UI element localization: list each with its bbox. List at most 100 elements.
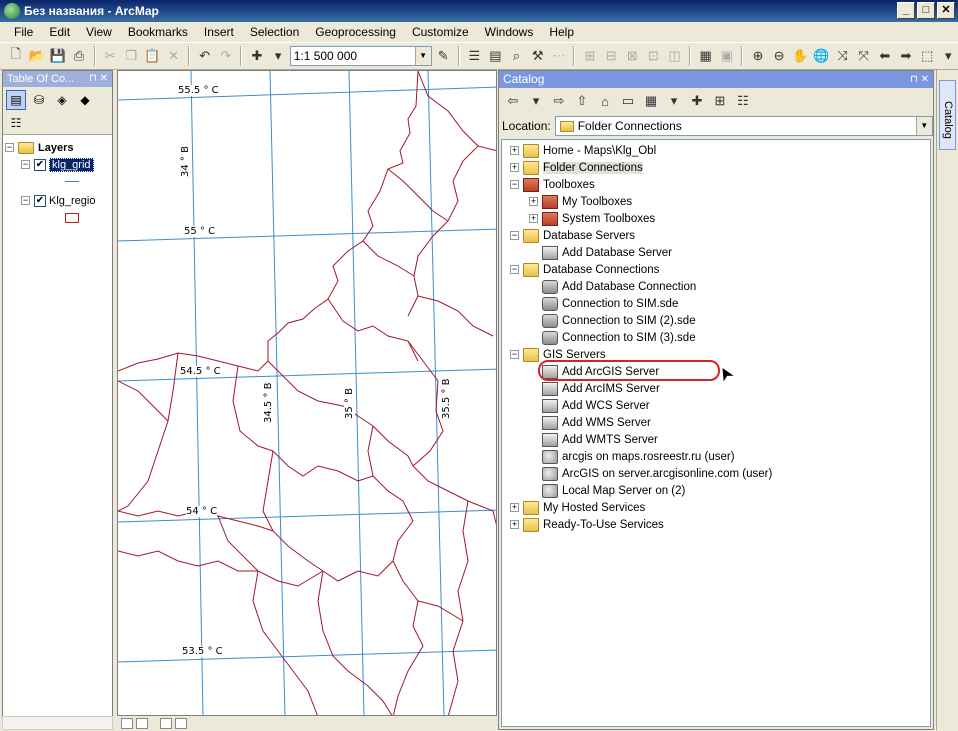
- menu-windows[interactable]: Windows: [477, 25, 542, 39]
- close-button[interactable]: ✕: [937, 2, 955, 19]
- collapse-icon[interactable]: −: [510, 180, 519, 189]
- table-of-contents-icon[interactable]: ☰: [465, 46, 484, 66]
- catalog-tree-item[interactable]: Local Map Server on (2): [502, 482, 930, 499]
- arcmap-app-icon[interactable]: [4, 3, 20, 19]
- collapse-icon[interactable]: −: [510, 231, 519, 240]
- cut-polygons-icon[interactable]: ◫: [665, 46, 684, 66]
- save-icon[interactable]: 💾: [48, 46, 67, 66]
- menu-geoprocessing[interactable]: Geoprocessing: [307, 25, 404, 39]
- redo-icon[interactable]: ↷: [216, 46, 235, 66]
- editor-tool-icon[interactable]: ⊞: [580, 46, 599, 66]
- list-by-visibility-icon[interactable]: ◈: [52, 90, 72, 110]
- view-options-icon[interactable]: ▦: [641, 91, 661, 111]
- minimize-button[interactable]: _: [897, 2, 915, 19]
- catalog-tree-item[interactable]: − Database Servers: [502, 227, 930, 244]
- catalog-title-bar[interactable]: Catalog ⊓ ✕: [499, 71, 933, 88]
- layer-visibility-checkbox[interactable]: ✔: [34, 194, 46, 207]
- expand-icon[interactable]: +: [510, 503, 519, 512]
- catalog-panel-buttons[interactable]: ⊓ ✕: [910, 71, 929, 88]
- layer-name[interactable]: Klg_regio: [49, 195, 95, 207]
- catalog-tree-item[interactable]: Add ArcGIS Server ➤: [502, 360, 930, 386]
- collapse-icon[interactable]: −: [5, 143, 14, 152]
- data-view-icon[interactable]: [121, 717, 133, 729]
- map-scale-combo[interactable]: 1:1 500 000 ▼: [289, 46, 432, 66]
- cut-icon[interactable]: ✂: [101, 46, 120, 66]
- catalog-tree-item[interactable]: + Folder Connections: [502, 159, 930, 176]
- menu-edit[interactable]: Edit: [41, 25, 78, 39]
- back-arrow-icon[interactable]: ⇦: [503, 91, 523, 111]
- catalog-window-icon[interactable]: ▤: [486, 46, 505, 66]
- collapse-icon[interactable]: −: [21, 160, 30, 169]
- undo-icon[interactable]: ↶: [195, 46, 214, 66]
- editor-toolbar-icon[interactable]: ✎: [434, 46, 453, 66]
- toc-root-row[interactable]: − Layers: [5, 139, 110, 156]
- fixed-zoom-in-icon[interactable]: ⤨: [833, 46, 852, 66]
- location-combo[interactable]: Folder Connections ▼: [554, 116, 933, 136]
- catalog-tree-item[interactable]: + Ready-To-Use Services: [502, 516, 930, 533]
- zoom-out-icon[interactable]: ⊖: [770, 46, 789, 66]
- list-by-drawing-order-icon[interactable]: ▤: [6, 90, 26, 110]
- menu-help[interactable]: Help: [541, 25, 582, 39]
- sketch-properties-icon[interactable]: ▣: [717, 46, 736, 66]
- select-features-dropdown-icon[interactable]: ▾: [939, 46, 958, 66]
- chevron-down-icon[interactable]: ▼: [915, 117, 932, 135]
- toc-horizontal-scrollbar[interactable]: [2, 716, 113, 730]
- pause-drawing-icon[interactable]: [175, 717, 187, 729]
- menu-selection[interactable]: Selection: [242, 25, 307, 39]
- catalog-tree-item[interactable]: Add WCS Server: [502, 397, 930, 414]
- pan-icon[interactable]: ✋: [791, 46, 810, 66]
- maximize-button[interactable]: □: [917, 2, 935, 19]
- full-extent-icon[interactable]: 🌐: [812, 46, 831, 66]
- toggle-tree-icon[interactable]: ⊞: [710, 91, 730, 111]
- menu-bookmarks[interactable]: Bookmarks: [120, 25, 196, 39]
- toc-options-icon[interactable]: ☷: [6, 113, 26, 133]
- expand-icon[interactable]: +: [510, 163, 519, 172]
- toc-layer-row[interactable]: − ✔ klg_grid: [5, 156, 110, 173]
- catalog-tree-item[interactable]: Add Database Server: [502, 244, 930, 261]
- delete-icon[interactable]: ✕: [164, 46, 183, 66]
- catalog-tree-item[interactable]: − Toolboxes: [502, 176, 930, 193]
- menu-view[interactable]: View: [78, 25, 120, 39]
- expand-icon[interactable]: +: [510, 146, 519, 155]
- list-by-selection-icon[interactable]: ◆: [75, 90, 95, 110]
- edit-vertices-icon[interactable]: ⊠: [623, 46, 642, 66]
- expand-icon[interactable]: +: [529, 214, 538, 223]
- catalog-tree-item[interactable]: Add WMTS Server: [502, 431, 930, 448]
- search-window-icon[interactable]: ⌕: [507, 46, 526, 66]
- map-display[interactable]: 55.5 ° C 55 ° C 54.5 ° C 54 ° C 53.5 ° C…: [117, 70, 497, 716]
- catalog-tree-item[interactable]: − GIS Servers: [502, 346, 930, 363]
- arctoolbox-icon[interactable]: ⚒: [528, 46, 547, 66]
- menu-customize[interactable]: Customize: [404, 25, 477, 39]
- catalog-tree-item[interactable]: + My Hosted Services: [502, 499, 930, 516]
- menu-insert[interactable]: Insert: [196, 25, 242, 39]
- python-icon[interactable]: ⋯: [549, 46, 568, 66]
- refresh-icon[interactable]: [160, 717, 172, 729]
- catalog-tree-item[interactable]: + Home - Maps\Klg_Obl: [502, 142, 930, 159]
- collapse-icon[interactable]: −: [510, 350, 519, 359]
- catalog-tree-item[interactable]: ArcGIS on server.arcgisonline.com (user): [502, 465, 930, 482]
- attributes-icon[interactable]: ▦: [696, 46, 715, 66]
- layer-name[interactable]: klg_grid: [49, 157, 94, 172]
- zoom-in-icon[interactable]: ⊕: [748, 46, 767, 66]
- fixed-zoom-out-icon[interactable]: ⤧: [854, 46, 873, 66]
- catalog-tree-item[interactable]: Add Database Connection: [502, 278, 930, 295]
- forward-icon[interactable]: ➡: [896, 46, 915, 66]
- collapse-icon[interactable]: −: [510, 265, 519, 274]
- copy-icon[interactable]: ❐: [122, 46, 141, 66]
- list-by-source-icon[interactable]: ⛁: [29, 90, 49, 110]
- back-icon[interactable]: ⬅: [875, 46, 894, 66]
- chevron-down-icon[interactable]: ▼: [414, 47, 431, 65]
- catalog-tree-item[interactable]: Connection to SIM (2).sde: [502, 312, 930, 329]
- menu-file[interactable]: File: [6, 25, 41, 39]
- sketch-tool-icon[interactable]: ⊟: [602, 46, 621, 66]
- catalog-tree-item[interactable]: + System Toolboxes: [502, 210, 930, 227]
- catalog-tree-item[interactable]: + My Toolboxes: [502, 193, 930, 210]
- toc-panel-buttons[interactable]: ⊓ ✕: [89, 71, 108, 87]
- catalog-tree-item[interactable]: Add ArcIMS Server: [502, 380, 930, 397]
- layout-view-icon[interactable]: [136, 717, 148, 729]
- select-features-icon[interactable]: ⬚: [918, 46, 937, 66]
- catalog-tree-item[interactable]: Connection to SIM (3).sde: [502, 329, 930, 346]
- home-icon[interactable]: ⌂: [595, 91, 615, 111]
- up-one-level-icon[interactable]: ⇧: [572, 91, 592, 111]
- catalog-tree-item[interactable]: Connection to SIM.sde: [502, 295, 930, 312]
